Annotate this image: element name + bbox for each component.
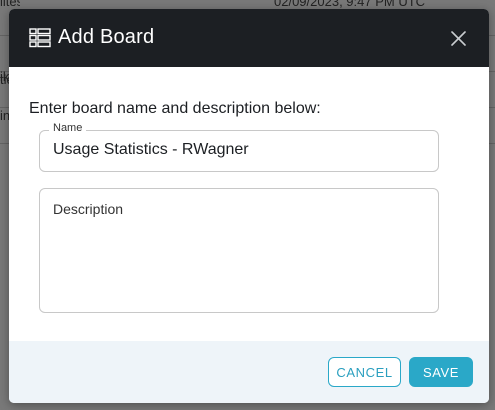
name-field[interactable]: Name	[39, 122, 439, 172]
dialog-instructions: Enter board name and description below:	[29, 100, 321, 117]
close-icon[interactable]	[451, 31, 466, 46]
save-button[interactable]: SAVE	[409, 357, 473, 387]
dialog-title: Add Board	[58, 26, 155, 48]
cancel-button[interactable]: CANCEL	[328, 357, 401, 387]
name-field-label: Name	[49, 122, 87, 134]
dialog-header: Add Board	[9, 9, 489, 67]
add-board-dialog: Add Board Enter board name and descripti…	[9, 9, 489, 403]
description-field[interactable]	[39, 188, 439, 313]
description-input[interactable]	[53, 201, 425, 301]
board-grid-icon	[29, 28, 51, 48]
dialog-footer: CANCEL SAVE	[9, 341, 489, 403]
name-input[interactable]	[53, 141, 423, 159]
dialog-body: Enter board name and description below: …	[9, 67, 489, 341]
